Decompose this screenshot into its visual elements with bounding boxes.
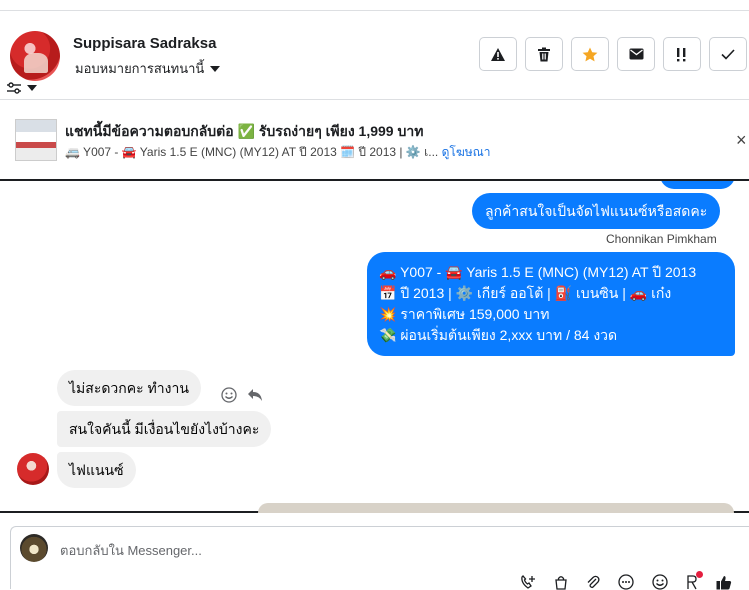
mark-unread-button[interactable] (617, 37, 655, 71)
message-line: 📅 ปี 2013 | ⚙️ เกียร์ ออโต้ | ⛽ เบนซิน |… (379, 285, 672, 301)
filter-settings-button[interactable] (7, 81, 43, 95)
check-icon (721, 48, 735, 60)
saved-replies-button[interactable] (686, 570, 703, 590)
conversation-header: Suppisara Sadraksa มอบหมายการสนทนานี้ (0, 11, 749, 100)
view-ad-link[interactable]: ดูโฆษณา (442, 145, 491, 159)
message-line: 💥 ราคาพิเศษ 159,000 บาท (379, 306, 550, 322)
message-bubble-incoming[interactable]: สนใจคันนี้ มีเงื่อนไขยังไงบ้างคะ (57, 411, 272, 447)
delete-button[interactable] (525, 37, 563, 71)
message-bubble-incoming[interactable]: ไม่สะดวกคะ ทำงาน (57, 370, 201, 406)
message-bubble-outgoing[interactable]: ลูกค้าสนใจเป็นจัดไฟแนนซ์หรือสดคะ (472, 193, 721, 229)
shopping-bag-button[interactable] (554, 575, 568, 590)
image-attachment-preview[interactable] (258, 503, 734, 513)
chevron-down-icon (210, 65, 221, 72)
assign-conversation-dropdown[interactable]: มอบหมายการสนทนานี้ (75, 58, 221, 79)
follow-up-icon (677, 47, 686, 61)
message-thread[interactable]: ลูกค้าสนใจเป็นจัดไฟแนนซ์หรือสดคะ Chonnik… (0, 179, 749, 513)
message-text: ไม่สะดวกคะ ทำงาน (69, 380, 189, 396)
paperclip-icon (587, 575, 600, 588)
envelope-icon (629, 48, 643, 60)
shopping-bag-icon (555, 575, 567, 590)
chevron-down-icon (27, 85, 37, 91)
more-dots-icon (618, 574, 634, 590)
star-icon (582, 47, 598, 61)
message-bubble-partial (660, 181, 735, 189)
header-actions (479, 37, 747, 71)
trash-icon (538, 47, 550, 61)
report-button[interactable] (479, 37, 517, 71)
call-add-button[interactable] (520, 574, 536, 590)
mark-done-button[interactable] (709, 37, 747, 71)
attach-button[interactable] (586, 575, 600, 590)
message-actions (221, 387, 263, 403)
ad-description: 🚐 Y007 - 🚘 Yaris 1.5 E (MNC) (MY12) AT ป… (65, 145, 439, 159)
follow-up-button[interactable] (663, 37, 701, 71)
composer-toolbar (520, 570, 732, 590)
thumbs-up-icon (716, 575, 732, 589)
ad-subtitle: 🚐 Y007 - 🚘 Yaris 1.5 E (MNC) (MY12) AT ป… (65, 143, 491, 162)
message-bubble-incoming[interactable]: ไฟแนนซ์ (57, 452, 136, 488)
phone-plus-icon (521, 574, 535, 589)
sender-avatar[interactable] (17, 453, 49, 485)
message-line: 🚗 Y007 - 🚘 Yaris 1.5 E (MNC) (MY12) AT ป… (379, 264, 697, 280)
ad-banner: แชทนี้มีข้อความตอบกลับต่อ ✅ รับรถง่ายๆ เ… (0, 100, 749, 179)
ad-title: แชทนี้มีข้อความตอบกลับต่อ ✅ รับรถง่ายๆ เ… (65, 123, 424, 139)
ad-thumbnail[interactable] (15, 119, 57, 161)
warning-icon (491, 47, 505, 61)
emoji-button[interactable] (652, 574, 668, 590)
reply-icon[interactable] (247, 388, 263, 402)
message-text: สนใจคันนี้ มีเงื่อนไขยังไงบ้างคะ (69, 421, 260, 437)
message-text: ลูกค้าสนใจเป็นจัดไฟแนนซ์หรือสดคะ (485, 202, 708, 219)
close-icon[interactable]: × (736, 130, 747, 151)
message-bubble-outgoing[interactable]: 🚗 Y007 - 🚘 Yaris 1.5 E (MNC) (MY12) AT ป… (367, 252, 735, 356)
emoji-react-icon[interactable] (221, 387, 237, 403)
message-text: ไฟแนนซ์ (69, 462, 124, 478)
smiley-icon (652, 574, 668, 590)
assign-label: มอบหมายการสนทนานี้ (75, 61, 205, 76)
reply-input[interactable]: ตอบกลับใน Messenger... (60, 540, 202, 561)
notification-dot (696, 570, 703, 578)
avatar[interactable] (10, 31, 60, 81)
like-button[interactable] (716, 575, 732, 590)
contact-name[interactable]: Suppisara Sadraksa (73, 35, 216, 52)
message-line: 💸 ผ่อนเริ่มต้นเพียง 2,xxx บาท / 84 งวด (379, 327, 618, 343)
sliders-icon (7, 81, 21, 94)
more-button[interactable] (618, 574, 634, 590)
sender-name: Chonnikan Pimkham (606, 232, 717, 246)
star-button[interactable] (571, 37, 609, 71)
page-avatar (20, 534, 48, 562)
